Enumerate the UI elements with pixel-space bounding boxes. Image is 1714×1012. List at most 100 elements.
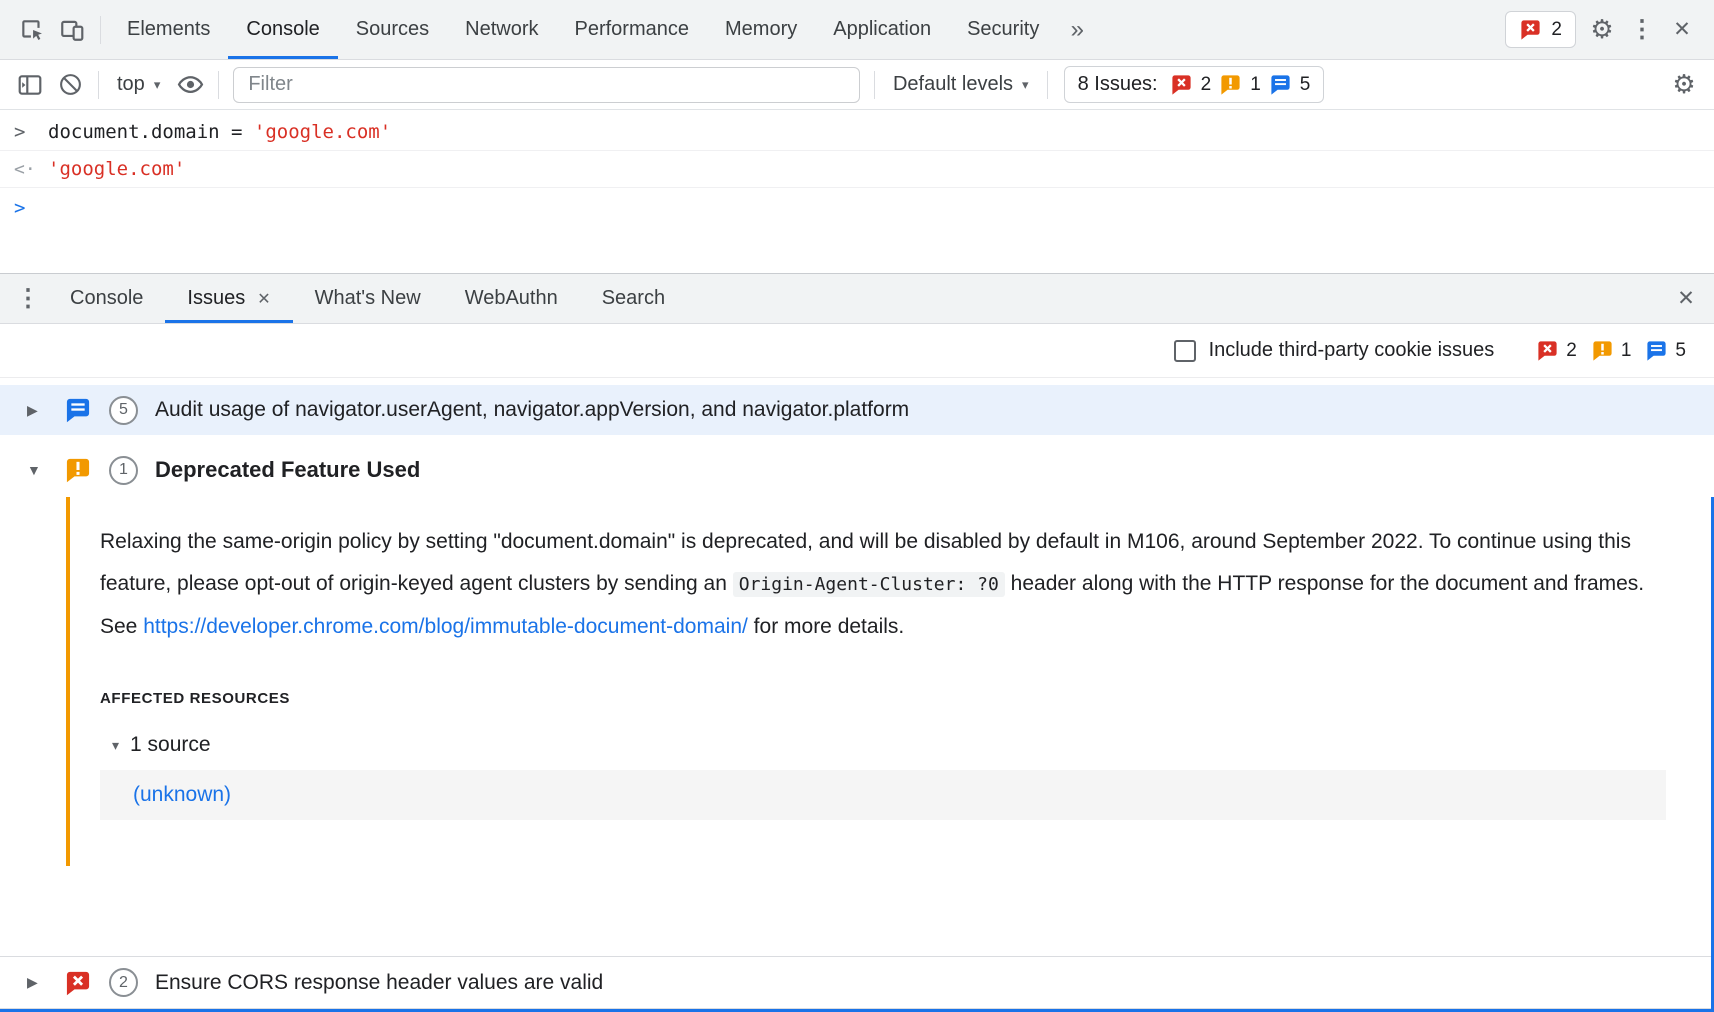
third-party-cookie-label: Include third-party cookie issues — [1209, 339, 1495, 362]
device-toolbar-glyph — [59, 17, 85, 43]
separator — [874, 71, 875, 99]
issue-count-badge: 2 — [109, 968, 138, 997]
console-prompt-line[interactable]: > — [0, 188, 1714, 228]
kebab-menu-icon[interactable]: ⋮ — [1622, 10, 1662, 50]
warning-icon — [1219, 73, 1242, 96]
collapse-triangle-icon: ▾ — [112, 737, 119, 754]
clear-console-icon[interactable] — [50, 65, 90, 105]
drawer-tab-issues-label: Issues — [187, 287, 245, 310]
error-icon — [1170, 73, 1193, 96]
sidebar-toggle-glyph — [17, 72, 43, 98]
chevron-down-icon: ▾ — [154, 77, 161, 93]
source-link[interactable]: (unknown) — [133, 783, 231, 806]
console-result-value: 'google.com' — [48, 158, 185, 180]
issue-row-audit-navigator[interactable]: ▶ 5 Audit usage of navigator.userAgent, … — [0, 385, 1714, 435]
tab-security[interactable]: Security — [949, 0, 1057, 59]
drawer-tab-issues[interactable]: Issues ✕ — [165, 274, 292, 323]
console-output[interactable]: > document.domain = 'google.com' <· 'goo… — [0, 110, 1714, 273]
inspect-element-icon[interactable] — [12, 10, 52, 50]
issue-title: Deprecated Feature Used — [155, 457, 420, 483]
console-command-chevron-icon: > — [14, 121, 48, 143]
issue-row-cors[interactable]: ▶ 2 Ensure CORS response header values a… — [0, 956, 1714, 1009]
issue-count-badge: 5 — [109, 396, 138, 425]
issues-error-count: 2 — [1536, 339, 1577, 362]
devtools-window: Elements Console Sources Network Perform… — [0, 0, 1714, 1012]
console-command-line: > document.domain = 'google.com' — [0, 114, 1714, 151]
issue-row-deprecated-feature[interactable]: ▼ 1 Deprecated Feature Used — [0, 443, 1714, 497]
issue-title: Ensure CORS response header values are v… — [155, 971, 603, 995]
log-levels-dropdown[interactable]: Default levels ▾ — [883, 73, 1039, 96]
drawer-tabbar: ⋮ Console Issues ✕ What's New WebAuthn S… — [0, 274, 1714, 324]
separator — [100, 16, 101, 44]
tab-sources[interactable]: Sources — [338, 0, 447, 59]
console-prompt-chevron-icon: > — [14, 197, 48, 219]
issue-description: Relaxing the same-origin policy by setti… — [100, 521, 1666, 648]
drawer: ⋮ Console Issues ✕ What's New WebAuthn S… — [0, 273, 1714, 1012]
doc-link[interactable]: https://developer.chrome.com/blog/immuta… — [143, 615, 748, 638]
error-icon — [64, 969, 92, 997]
tab-application[interactable]: Application — [815, 0, 949, 59]
js-context-selector[interactable]: top ▾ — [107, 73, 170, 96]
issue-title: Audit usage of navigator.userAgent, navi… — [155, 398, 909, 422]
close-devtools-icon[interactable]: ✕ — [1662, 10, 1702, 50]
context-label: top — [117, 73, 145, 96]
affected-source-row: (unknown) — [100, 770, 1666, 820]
error-icon — [1536, 339, 1559, 362]
message-icon — [64, 396, 92, 424]
tab-performance[interactable]: Performance — [557, 0, 708, 59]
tab-network[interactable]: Network — [447, 0, 556, 59]
collapse-triangle-icon[interactable]: ▼ — [27, 462, 47, 478]
issues-warning-count: 1 — [1591, 339, 1632, 362]
issue-detail-deprecated: Relaxing the same-origin policy by setti… — [0, 497, 1714, 866]
separator — [1047, 71, 1048, 99]
levels-label: Default levels — [893, 73, 1013, 96]
console-result-line: <· 'google.com' — [0, 151, 1714, 188]
drawer-tab-webauthn[interactable]: WebAuthn — [443, 274, 580, 323]
third-party-cookie-checkbox[interactable] — [1174, 340, 1196, 362]
tab-memory[interactable]: Memory — [707, 0, 815, 59]
issues-error-badge[interactable]: 2 — [1505, 11, 1576, 48]
expand-triangle-icon[interactable]: ▶ — [27, 974, 47, 991]
tab-console[interactable]: Console — [228, 0, 337, 59]
settings-gear-icon[interactable]: ⚙ — [1582, 10, 1622, 50]
expand-triangle-icon[interactable]: ▶ — [27, 402, 47, 419]
message-icon — [1269, 73, 1292, 96]
chevron-down-icon: ▾ — [1022, 77, 1029, 93]
console-toolbar: top ▾ Default levels ▾ 8 Issues: 2 1 — [0, 60, 1714, 110]
drawer-menu-icon[interactable]: ⋮ — [8, 279, 48, 319]
tab-elements[interactable]: Elements — [109, 0, 228, 59]
message-count: 5 — [1300, 74, 1311, 96]
issues-list: ▶ 5 Audit usage of navigator.userAgent, … — [0, 378, 1714, 1009]
eye-glyph — [177, 71, 204, 98]
affected-resources-heading: AFFECTED RESOURCES — [100, 690, 1666, 707]
more-tabs-icon[interactable]: » — [1057, 10, 1097, 50]
eye-icon[interactable] — [170, 65, 210, 105]
console-settings-gear-icon[interactable]: ⚙ — [1664, 65, 1704, 105]
warning-icon — [1591, 339, 1614, 362]
filter-input[interactable] — [233, 67, 860, 103]
console-command-string: 'google.com' — [254, 121, 391, 143]
console-sidebar-toggle-icon[interactable] — [10, 65, 50, 105]
sources-toggle-label: 1 source — [130, 733, 211, 757]
console-command-code: document.domain = — [48, 121, 254, 143]
drawer-tab-console[interactable]: Console — [48, 274, 165, 323]
clear-console-glyph — [58, 72, 83, 97]
separator — [218, 71, 219, 99]
close-drawer-icon[interactable]: ✕ — [1666, 279, 1706, 319]
close-issues-tab-icon[interactable]: ✕ — [257, 289, 270, 309]
drawer-tab-whats-new[interactable]: What's New — [293, 274, 443, 323]
message-icon — [1645, 339, 1668, 362]
error-count: 2 — [1201, 74, 1212, 96]
warning-icon — [64, 456, 92, 484]
main-tabbar: Elements Console Sources Network Perform… — [0, 0, 1714, 60]
inspect-element-glyph — [19, 17, 45, 43]
issues-summary-button[interactable]: 8 Issues: 2 1 5 — [1064, 66, 1325, 103]
error-badge-count: 2 — [1551, 19, 1562, 41]
issues-message-count: 5 — [1645, 339, 1686, 362]
issues-count-label: 8 Issues: — [1078, 73, 1158, 96]
drawer-tab-search[interactable]: Search — [580, 274, 687, 323]
separator — [98, 71, 99, 99]
device-toolbar-icon[interactable] — [52, 10, 92, 50]
sources-toggle[interactable]: ▾ 1 source — [100, 733, 1666, 757]
console-result-arrow-icon: <· — [14, 159, 48, 180]
